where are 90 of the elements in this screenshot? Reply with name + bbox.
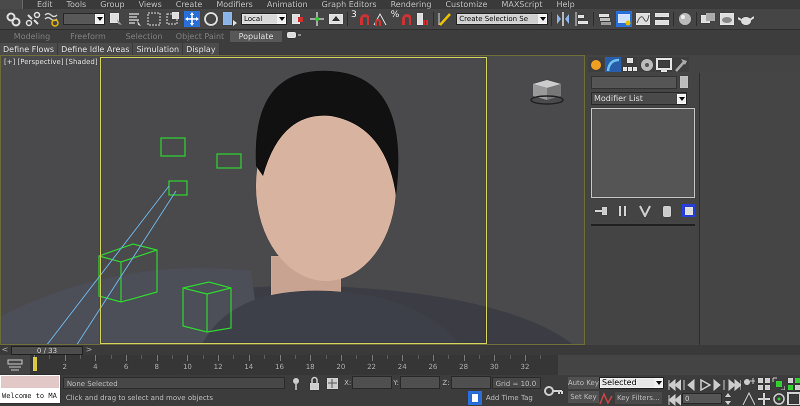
snap-toggle-button[interactable]: 3 [351, 11, 369, 27]
select-by-name-icon[interactable] [127, 11, 143, 27]
time-tag-icon[interactable] [468, 390, 482, 404]
pivot-icon[interactable] [290, 11, 306, 27]
coordinate-field[interactable] [352, 376, 392, 389]
scene-explorer-icon[interactable] [616, 11, 632, 27]
modifier-stack[interactable] [591, 108, 695, 198]
maxscript-input[interactable] [0, 375, 60, 389]
panel-tab[interactable] [639, 57, 655, 72]
previous-frame-icon[interactable] [682, 376, 696, 390]
ribbon-button[interactable]: Display [183, 43, 220, 55]
go-to-end-icon[interactable] [727, 376, 741, 390]
absolute-mode-icon[interactable] [325, 376, 340, 390]
ribbon-button[interactable]: Define Idle Areas [58, 43, 134, 55]
spinner-snap-icon[interactable] [414, 11, 430, 27]
viewcube-icon[interactable] [529, 78, 565, 106]
disc-icon [639, 56, 655, 72]
maximize-icon[interactable] [786, 391, 800, 405]
rotate-icon[interactable] [203, 11, 219, 27]
angle-snap-icon[interactable] [372, 11, 388, 27]
name-field[interactable] [591, 76, 677, 89]
magnet-icon [399, 11, 412, 27]
ribbon-button[interactable]: Define Flows [0, 43, 58, 55]
edit-selection-icon[interactable] [437, 11, 454, 27]
selection-filter-dropdown[interactable] [63, 13, 105, 25]
zoom-extents-icon[interactable] [771, 376, 785, 390]
link-icon[interactable] [6, 11, 22, 27]
coordinate-field[interactable] [400, 376, 440, 389]
pan-icon[interactable] [756, 391, 770, 405]
caret-icon [654, 379, 662, 387]
keyboard-icon[interactable] [328, 11, 344, 27]
panel-tab[interactable] [588, 57, 604, 72]
coordinate-field[interactable] [450, 376, 491, 389]
menu-item[interactable]: Help [556, 0, 575, 9]
next-frame-icon[interactable] [712, 376, 726, 390]
modifier-list-dropdown[interactable]: Modifier List [591, 92, 687, 105]
ribbon-button[interactable]: Simulation [133, 43, 184, 55]
menu-item[interactable]: Group [100, 0, 125, 9]
align-icon[interactable] [574, 11, 590, 27]
panel-tab[interactable] [622, 57, 638, 72]
menu-item[interactable]: Edit [37, 0, 52, 9]
menu-item[interactable]: Customize [445, 0, 488, 9]
go-to-start-icon[interactable] [667, 376, 681, 390]
caret-icon [678, 94, 686, 102]
configure-icon[interactable] [681, 203, 695, 217]
percent-snap-button[interactable]: % [390, 11, 412, 27]
unique-icon[interactable] [637, 203, 651, 217]
menu-item[interactable]: Rendering [390, 0, 432, 9]
schematic-icon[interactable] [654, 11, 670, 27]
rendered-frame-icon[interactable] [719, 11, 736, 27]
caret-icon [278, 15, 286, 23]
move-icon[interactable] [184, 11, 200, 27]
layers-icon[interactable] [597, 11, 614, 27]
caret-icon [96, 15, 104, 23]
menu-item[interactable]: Modifiers [216, 0, 253, 9]
previous-frame-button[interactable]: < [0, 345, 10, 355]
orbit-icon[interactable] [771, 391, 785, 405]
manipulate-icon[interactable] [309, 11, 325, 27]
wave-icon[interactable] [44, 11, 60, 27]
field-of-view-icon[interactable] [741, 391, 755, 405]
zoom-extents-all-icon[interactable] [786, 376, 800, 390]
current-frame-marker[interactable] [33, 357, 37, 371]
window-crossing-icon[interactable] [165, 11, 181, 27]
unlink-icon[interactable] [25, 11, 41, 27]
curve-editor-icon[interactable] [635, 11, 652, 27]
reference-coordinate-icon[interactable] [222, 11, 238, 27]
menu-item[interactable]: Animation [266, 0, 308, 9]
select-object-icon[interactable] [108, 11, 124, 27]
mirror-icon[interactable] [555, 11, 572, 27]
menu-item[interactable]: MAXScript [501, 0, 542, 9]
zoom-all-icon[interactable] [756, 376, 770, 390]
rectangle-region-icon[interactable] [146, 11, 162, 27]
lock-icon[interactable] [307, 376, 322, 390]
key-mode-dropdown[interactable]: Selected [599, 377, 664, 389]
monitor-icon [656, 56, 672, 72]
curve-icon [605, 56, 621, 72]
hierarchy-icon [622, 56, 638, 72]
color-swatch[interactable] [680, 76, 688, 88]
menu-item[interactable]: Graph Editors [322, 0, 377, 9]
ribbon-tab[interactable]: Populate [230, 31, 282, 42]
panel-tab[interactable] [656, 57, 672, 72]
panel-tab[interactable] [673, 57, 689, 72]
menu-item[interactable]: Views [138, 0, 162, 9]
hammer-icon [673, 56, 689, 72]
next-frame-button[interactable]: > [84, 345, 94, 355]
spinner-icon[interactable] [723, 390, 733, 406]
caret-icon [538, 15, 547, 23]
menu-item[interactable]: Create [176, 0, 202, 9]
material-icon[interactable] [677, 11, 694, 27]
menu-item[interactable]: Tools [66, 0, 86, 9]
